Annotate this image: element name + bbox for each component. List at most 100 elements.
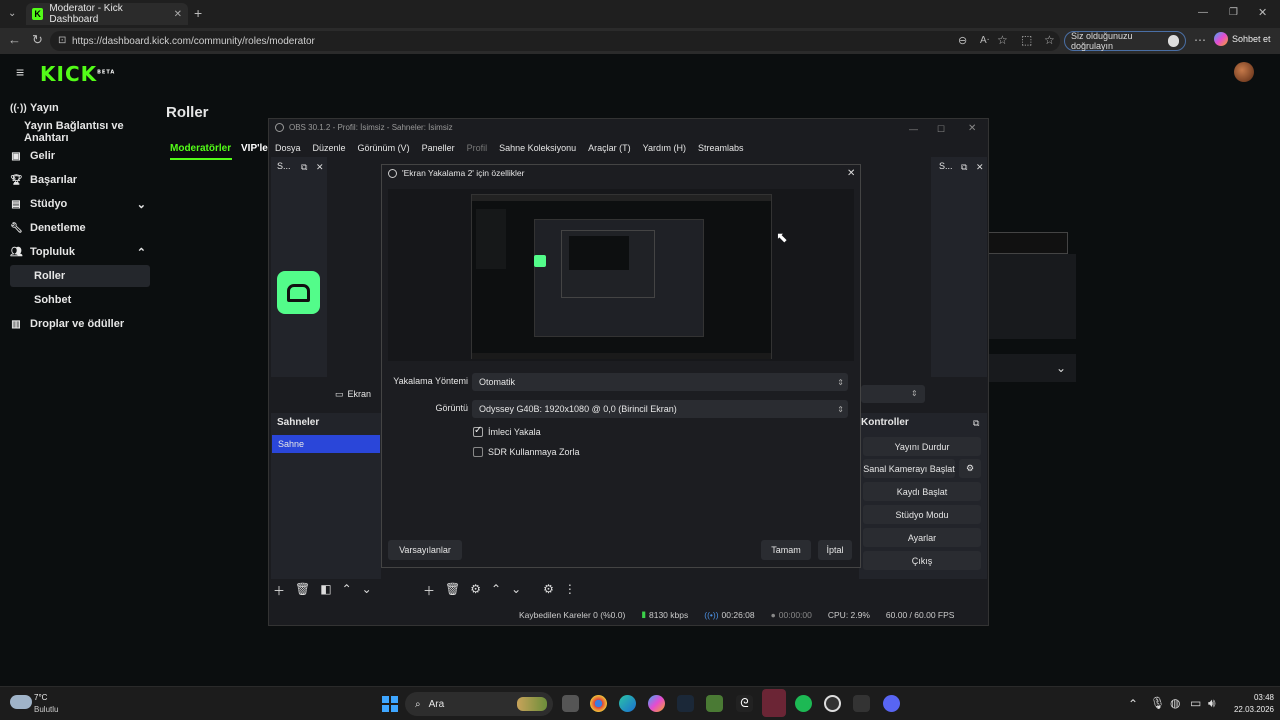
browser-tab[interactable]: K Moderator - Kick Dashboard ✕ [26, 3, 188, 25]
refresh-icon[interactable]: ↻ [32, 33, 43, 46]
more-vertical-icon[interactable]: ⋮ [564, 582, 576, 599]
more-options-icon[interactable]: ⋯ [1194, 34, 1206, 46]
verify-button[interactable]: Siz olduğunuzu doğrulayın [1064, 31, 1186, 51]
virtual-camera-settings-icon[interactable]: ⚙ [959, 459, 981, 478]
dock-float-icon[interactable]: ⧉ [301, 161, 307, 173]
microphone-icon[interactable]: 🎙︎ [1150, 697, 1165, 709]
maximize-icon[interactable]: ❐ [1229, 7, 1238, 19]
exit-button[interactable]: Çıkış [863, 551, 981, 570]
menu-sahne-koleksiyonu[interactable]: Sahne Koleksiyonu [499, 143, 576, 153]
move-up-icon[interactable]: ⌃ [491, 582, 501, 599]
chrome-icon[interactable] [590, 695, 607, 712]
force-sdr-checkbox[interactable] [473, 447, 483, 457]
copilot-button[interactable]: Sohbet et [1214, 32, 1271, 46]
user-avatar[interactable] [1234, 62, 1254, 82]
dock-close-icon[interactable]: ✕ [976, 161, 984, 173]
nav-item-sohbet[interactable]: Sohbet [10, 289, 150, 311]
nav-item-denetleme[interactable]: 🔧︎ Denetleme [10, 217, 150, 239]
studio-mode-button[interactable]: Stüdyo Modu [863, 505, 981, 524]
edge-icon[interactable] [619, 695, 636, 712]
app-icon[interactable] [853, 695, 870, 712]
volume-icon[interactable]: 🔊︎ [1208, 697, 1216, 709]
kick-logo[interactable]: KICKBETA [40, 62, 115, 86]
collections-icon[interactable]: ☆ [1044, 34, 1055, 46]
defaults-button[interactable]: Varsayılanlar [388, 540, 462, 560]
site-info-icon[interactable]: ⊡ [58, 35, 66, 47]
menu-dosya[interactable]: Dosya [275, 143, 301, 153]
move-up-icon[interactable]: ⌃ [342, 582, 352, 599]
nav-item-yayin[interactable]: ((·)) Yayın [10, 97, 150, 119]
nav-item-gelir[interactable]: ▣ Gelir [10, 145, 150, 167]
nav-item-basarilar[interactable]: 🏆︎ Başarılar [10, 169, 150, 191]
cancel-button[interactable]: İptal [818, 540, 852, 560]
task-view-icon[interactable] [562, 695, 579, 712]
nav-item-roller[interactable]: Roller [10, 265, 150, 287]
obs-maximize-icon[interactable]: ☐ [937, 123, 945, 135]
move-down-icon[interactable]: ⌄ [511, 582, 521, 599]
menu-streamlabs[interactable]: Streamlabs [698, 143, 744, 153]
dialog-close-icon[interactable]: ✕ [847, 168, 855, 180]
capture-cursor-checkbox[interactable]: ✓ [473, 425, 483, 437]
tray-chevron-icon[interactable]: ⌃ [1128, 698, 1138, 710]
add-icon[interactable]: ＋ [423, 582, 435, 599]
read-aloud-icon[interactable]: Aᐧ [980, 35, 989, 47]
copilot-app-icon[interactable] [648, 695, 665, 712]
weather-temp[interactable]: 7°C [34, 693, 47, 702]
start-recording-button[interactable]: Kaydı Başlat [863, 482, 981, 501]
capture-method-select[interactable]: Otomatik ⇕ [472, 373, 848, 391]
dock-float-icon[interactable]: ⧉ [961, 161, 967, 173]
dropdown[interactable]: ⌄ [988, 354, 1076, 382]
trash-icon[interactable]: 🗑︎ [295, 582, 310, 599]
capcut-icon[interactable]: ᘓ [736, 695, 753, 712]
network-icon[interactable]: ◍ [1170, 697, 1180, 709]
menu-gorunum[interactable]: Görünüm (V) [358, 143, 410, 153]
obs-taskbar-icon[interactable] [762, 689, 786, 717]
dock-float-icon[interactable]: ⧉ [973, 417, 979, 429]
favorite-icon[interactable]: ☆ [997, 34, 1008, 46]
extensions-icon[interactable]: ⬚ [1021, 34, 1032, 46]
window-close-icon[interactable]: ✕ [1258, 7, 1267, 19]
menu-duzenle[interactable]: Düzenle [313, 143, 346, 153]
zoom-icon[interactable]: ⊖ [958, 35, 967, 47]
scene-item[interactable]: Sahne [272, 435, 380, 453]
menu-profil[interactable]: Profil [467, 143, 488, 153]
obs-minimize-icon[interactable]: — [909, 123, 918, 135]
dock-close-icon[interactable]: ✕ [316, 161, 324, 173]
mixer-settings-icon[interactable]: ⚙ [543, 582, 554, 599]
clock-time[interactable]: 03:48 [1234, 693, 1274, 702]
tab-vips[interactable]: VIP'le [241, 143, 268, 154]
discord-icon[interactable] [883, 695, 900, 712]
nav-item-stream-key[interactable]: Yayın Bağlantısı ve Anahtarı [16, 120, 156, 144]
start-virtual-camera-button[interactable]: Sanal Kamerayı Başlat [863, 459, 955, 478]
nav-item-studyo[interactable]: ▤ Stüdyo ⌄ [10, 193, 150, 215]
move-down-icon[interactable]: ⌄ [362, 582, 372, 599]
ok-button[interactable]: Tamam [761, 540, 811, 560]
spotify-icon[interactable] [795, 695, 812, 712]
nav-item-droplar[interactable]: ▥ Droplar ve ödüller [10, 313, 150, 335]
stop-stream-button[interactable]: Yayını Durdur [863, 437, 981, 456]
filter-icon[interactable]: ◧ [320, 582, 331, 599]
obs-app-icon[interactable] [824, 695, 841, 712]
start-icon[interactable] [382, 696, 398, 712]
add-icon[interactable]: ＋ [273, 582, 285, 599]
tab-list-icon[interactable]: ⌄ [8, 8, 16, 20]
taskbar-search[interactable]: ⌕ Ara [405, 692, 553, 716]
clock-date[interactable]: 22.03.2026 [1220, 705, 1274, 714]
settings-button[interactable]: Ayarlar [863, 528, 981, 547]
menu-yardim[interactable]: Yardım (H) [643, 143, 686, 153]
tab-moderators[interactable]: Moderatörler [170, 143, 231, 154]
search-box[interactable] [988, 232, 1068, 254]
steam-icon[interactable] [677, 695, 694, 712]
excel-like-icon[interactable] [706, 695, 723, 712]
menu-paneller[interactable]: Paneller [422, 143, 455, 153]
source-selector[interactable]: ⇕ [861, 385, 925, 403]
obs-close-icon[interactable]: ✕ [968, 123, 976, 135]
url-field[interactable]: ⊡ https://dashboard.kick.com/community/r… [50, 31, 1060, 51]
back-icon[interactable]: ← [8, 33, 21, 46]
trash-icon[interactable]: 🗑︎ [445, 582, 460, 599]
new-tab-icon[interactable]: + [194, 6, 202, 20]
minimize-icon[interactable]: — [1198, 7, 1208, 19]
gear-icon[interactable]: ⚙ [470, 582, 481, 599]
weather-desc[interactable]: Bulutlu [34, 705, 58, 714]
menu-araclar[interactable]: Araçlar (T) [588, 143, 631, 153]
